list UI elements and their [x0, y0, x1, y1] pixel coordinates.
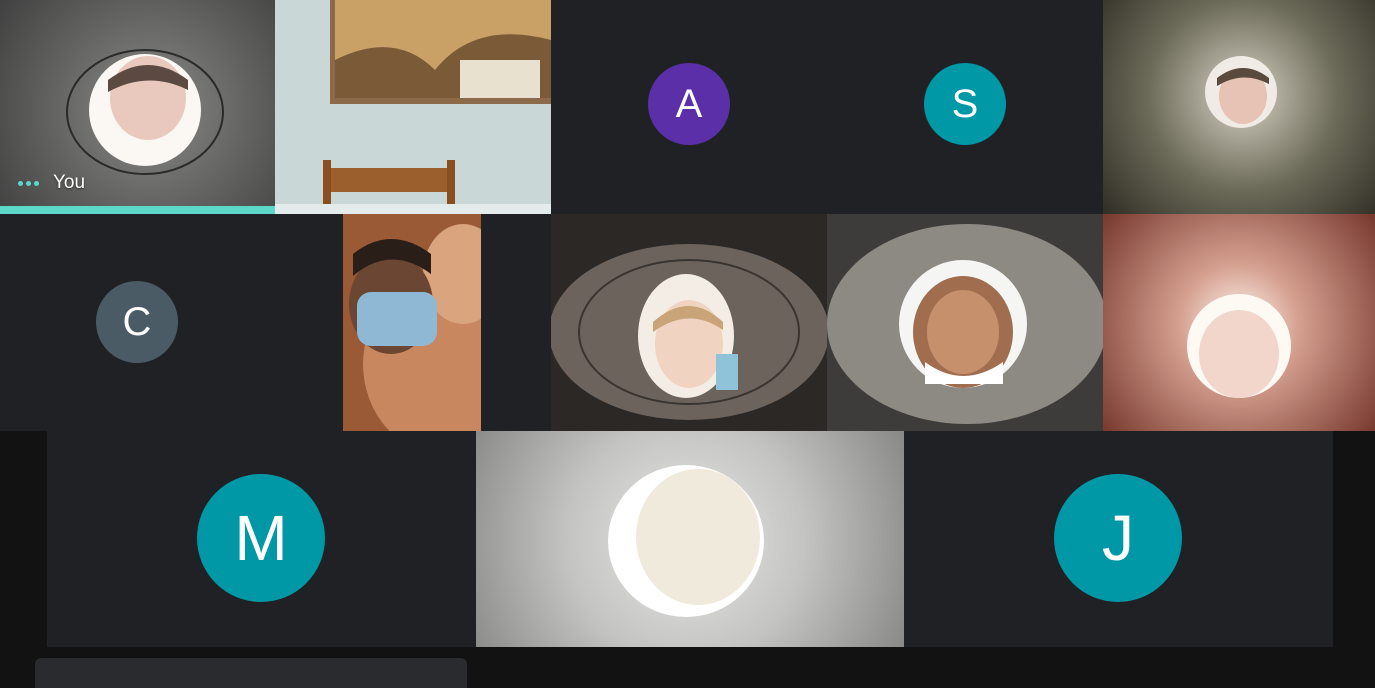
participant-tile-s[interactable]: S [827, 0, 1103, 214]
participant-name-label: You [18, 172, 85, 194]
bottom-panel [35, 658, 467, 688]
video-feed-4 [1103, 0, 1375, 214]
avatar-letter: C [122, 299, 152, 344]
avatar-s: S [924, 63, 1006, 145]
avatar-m: M [197, 474, 325, 602]
avatar-j: J [1054, 474, 1182, 602]
participant-tile-video-7[interactable] [827, 214, 1103, 431]
video-feed-room [275, 0, 551, 214]
participant-tile-you[interactable]: You [0, 0, 275, 214]
participant-tile-room[interactable] [275, 0, 551, 214]
video-feed-c-masked [343, 214, 481, 431]
participant-name: You [53, 172, 86, 193]
participant-tile-video-4[interactable] [1103, 0, 1375, 214]
speaking-indicator [0, 206, 275, 214]
participant-tile-m[interactable]: M [47, 431, 476, 647]
video-feed-6 [551, 214, 827, 431]
video-feed-8 [1103, 214, 1375, 431]
participant-tile-video-6[interactable] [551, 214, 827, 431]
avatar-letter: S [951, 81, 979, 126]
video-feed-10 [476, 431, 904, 647]
participant-tile-video-8[interactable] [1103, 214, 1375, 431]
participant-tile-c[interactable]: C [0, 214, 551, 431]
avatar-letter: A [675, 81, 703, 126]
avatar-letter: M [234, 502, 288, 574]
video-feed-7 [827, 214, 1103, 431]
more-options-icon[interactable] [18, 180, 39, 186]
participant-tile-j[interactable]: J [904, 431, 1333, 647]
avatar-c: C [96, 281, 178, 363]
avatar-a: A [648, 63, 730, 145]
avatar-letter: J [1102, 502, 1134, 574]
participant-tile-a[interactable]: A [551, 0, 827, 214]
participant-tile-video-10[interactable] [476, 431, 904, 647]
